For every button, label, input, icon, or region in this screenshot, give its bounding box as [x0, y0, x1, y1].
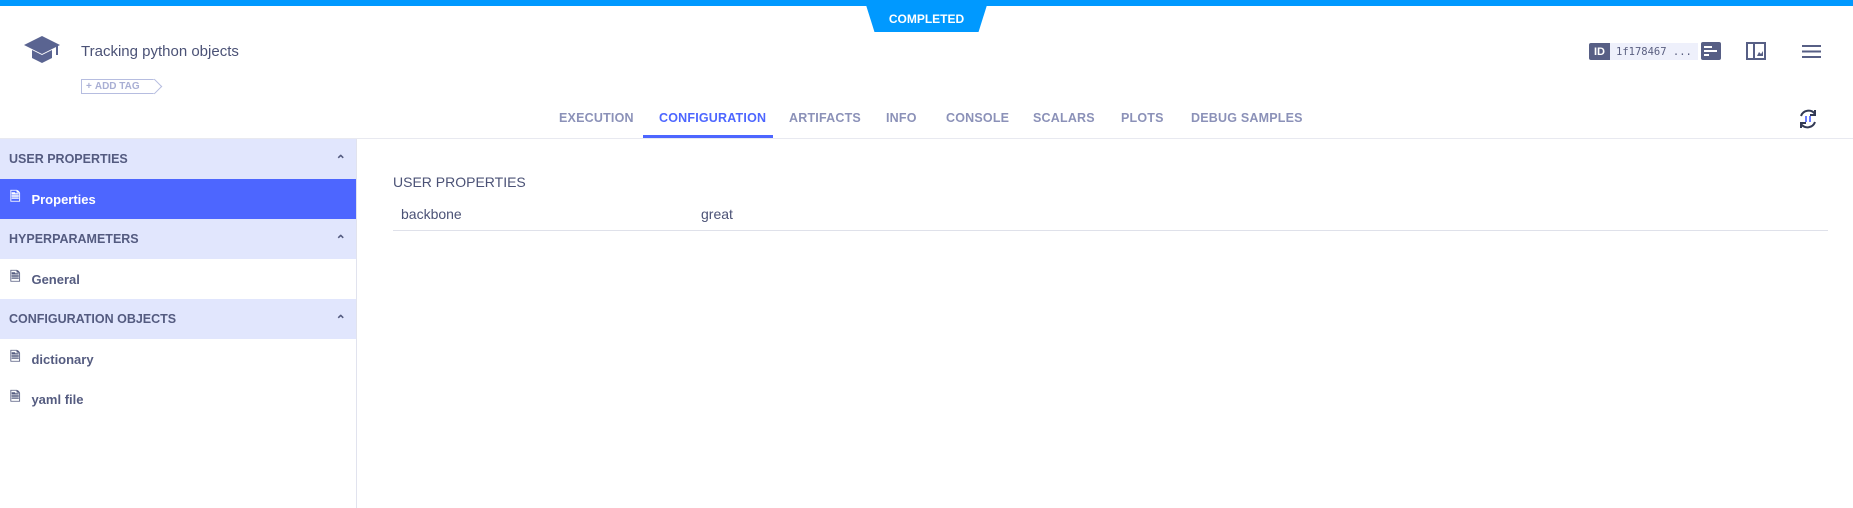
- property-key: backbone: [401, 206, 462, 222]
- add-tag-button[interactable]: + ADD TAG: [81, 79, 154, 94]
- tab-bar: EXECUTION CONFIGURATION ARTIFACTS INFO C…: [0, 104, 1853, 139]
- tab-debug-samples[interactable]: DEBUG SAMPLES: [1191, 111, 1303, 125]
- chevron-up-icon[interactable]: ⌃: [336, 152, 346, 167]
- chevron-up-icon[interactable]: ⌃: [336, 312, 346, 327]
- experiment-title: Tracking python objects: [81, 43, 239, 60]
- plus-icon: +: [86, 81, 92, 92]
- layout-toggle-icon[interactable]: [1746, 42, 1766, 60]
- sidebar-item-dictionary[interactable]: 🗎 dictionary: [0, 339, 356, 379]
- sidebar-item-general[interactable]: 🗎 General: [0, 259, 356, 299]
- experiment-id[interactable]: ID 1f178467 ...: [1589, 43, 1698, 60]
- auto-refresh-pause-icon[interactable]: [1797, 108, 1819, 130]
- sidebar-item-properties[interactable]: 🗎 Properties: [0, 179, 356, 219]
- document-icon: 🗎: [10, 349, 21, 364]
- chevron-up-icon[interactable]: ⌃: [336, 232, 346, 247]
- property-row: backbone great: [393, 203, 1828, 231]
- status-badge: COMPLETED: [866, 5, 987, 32]
- tab-plots[interactable]: PLOTS: [1121, 111, 1164, 125]
- property-value[interactable]: great: [701, 206, 733, 222]
- section-user-properties[interactable]: USER PROPERTIES ⌃: [0, 139, 356, 179]
- document-icon: 🗎: [10, 189, 21, 204]
- details-panel-icon[interactable]: [1701, 42, 1721, 60]
- tab-console[interactable]: CONSOLE: [946, 111, 1009, 125]
- tab-scalars[interactable]: SCALARS: [1033, 111, 1095, 125]
- active-tab-indicator: [643, 135, 773, 138]
- sidebar: USER PROPERTIES ⌃ 🗎 Properties HYPERPARAME…: [0, 139, 357, 508]
- sidebar-item-yaml-file[interactable]: 🗎 yaml file: [0, 379, 356, 419]
- content-heading: USER PROPERTIES: [393, 174, 526, 190]
- section-hyperparameters[interactable]: HYPERPARAMETERS ⌃: [0, 219, 356, 259]
- tab-artifacts[interactable]: ARTIFACTS: [789, 111, 861, 125]
- document-icon: 🗎: [10, 269, 21, 284]
- tab-execution[interactable]: EXECUTION: [559, 111, 634, 125]
- graduation-cap-icon: [24, 36, 60, 63]
- document-icon: 🗎: [10, 389, 21, 404]
- menu-icon[interactable]: [1802, 45, 1821, 58]
- tab-configuration[interactable]: CONFIGURATION: [659, 111, 766, 125]
- tab-info[interactable]: INFO: [886, 111, 917, 125]
- section-configuration-objects[interactable]: CONFIGURATION OBJECTS ⌃: [0, 299, 356, 339]
